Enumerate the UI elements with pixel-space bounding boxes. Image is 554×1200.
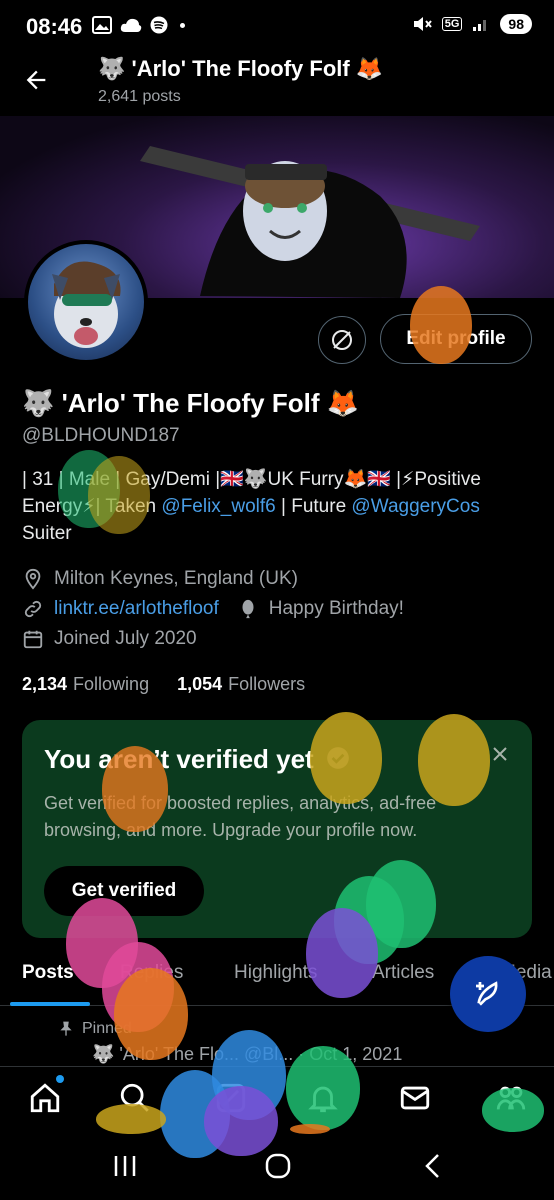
pinned-post-peek[interactable]: 🐺 'Arlo' The Flo... @Bl... · Oct 1, 2021 xyxy=(22,1044,554,1068)
status-time: 08:46 xyxy=(26,14,83,39)
verification-title: You aren’t verified yet xyxy=(44,744,351,775)
joined-text: Joined July 2020 xyxy=(54,628,197,649)
spotify-icon xyxy=(150,16,168,34)
home-notification-dot xyxy=(56,1075,64,1083)
display-name: 🐺 'Arlo' The Floofy Folf 🦊 xyxy=(22,388,360,418)
tab-articles[interactable]: Articles xyxy=(372,962,434,984)
avatar-artwork xyxy=(52,261,121,348)
username: @BLDHOUND187 xyxy=(22,425,180,446)
website-link[interactable]: linktr.ee/arlothefloof xyxy=(54,598,219,620)
cloud-icon xyxy=(120,18,142,32)
location-pin-icon xyxy=(25,568,41,590)
balloon-orange xyxy=(290,1124,330,1134)
verification-title-text: You aren’t verified yet xyxy=(44,744,314,774)
bio-text: Suiter xyxy=(22,523,72,544)
network-indicator: 5G xyxy=(441,17,463,31)
tab-highlights[interactable]: Highlights xyxy=(234,962,317,984)
balloon-icon xyxy=(242,599,254,619)
balloon-green xyxy=(366,860,436,948)
tab-posts[interactable]: Posts xyxy=(22,962,74,984)
birthday-text: Happy Birthday! xyxy=(268,598,404,619)
balloon-purple xyxy=(306,908,378,998)
location-text: Milton Keynes, England (UK) xyxy=(54,568,298,589)
bio-mention-waggerycos[interactable]: @WaggeryCos xyxy=(351,496,479,517)
active-tab-indicator xyxy=(10,1002,90,1006)
signal-icon xyxy=(473,20,487,31)
header-title: 🐺 'Arlo' The Floofy Folf 🦊 xyxy=(98,56,384,81)
gallery-icon xyxy=(92,16,112,34)
following-count: 2,134 xyxy=(22,674,68,694)
slash-circle-icon xyxy=(332,330,352,350)
balloon-orange xyxy=(410,286,472,364)
balloon-purple xyxy=(204,1086,278,1156)
avatar[interactable] xyxy=(24,240,148,364)
translate-button[interactable] xyxy=(318,316,366,364)
followers-link[interactable]: 1,054 Followers xyxy=(177,674,305,695)
bio-mention-felix[interactable]: @Felix_wolf6 xyxy=(161,496,275,517)
notification-dot-icon xyxy=(180,22,185,28)
mute-icon xyxy=(413,17,432,31)
post-count: 2,641 posts xyxy=(98,88,181,105)
links-row: linktr.ee/arlothefloof Happy Birthday! xyxy=(22,598,404,620)
calendar-icon xyxy=(23,630,43,649)
balloon-yellow xyxy=(310,712,382,804)
followers-count: 1,054 xyxy=(177,674,223,694)
bio-text: | Future xyxy=(275,496,352,517)
link-icon xyxy=(24,600,42,618)
balloon-orange xyxy=(114,968,188,1060)
pin-icon xyxy=(60,1021,72,1036)
balloon-green xyxy=(482,1088,544,1132)
balloon-yellow xyxy=(96,1104,166,1134)
location-row: Milton Keynes, England (UK) xyxy=(22,568,298,590)
battery-level: 98 xyxy=(500,14,532,34)
balloon-yellow xyxy=(88,456,150,534)
back-arrow-icon[interactable] xyxy=(22,66,50,94)
balloon-yellow xyxy=(418,714,490,806)
following-label: Following xyxy=(73,674,150,694)
system-navigation-bar xyxy=(0,1130,554,1200)
follow-stats: 2,134 Following 1,054 Followers xyxy=(22,674,305,695)
home-icon[interactable] xyxy=(28,1081,62,1115)
joined-row: Joined July 2020 xyxy=(22,628,197,650)
recent-apps-icon[interactable] xyxy=(112,1154,138,1178)
back-button-icon[interactable] xyxy=(422,1152,444,1180)
balloon-orange xyxy=(102,746,168,832)
balloon-green xyxy=(286,1046,360,1130)
compose-icon xyxy=(476,981,498,1006)
following-link[interactable]: 2,134 Following xyxy=(22,674,149,695)
close-icon[interactable] xyxy=(488,742,512,766)
followers-label: Followers xyxy=(228,674,306,694)
home-button-icon[interactable] xyxy=(264,1152,292,1180)
compose-button[interactable] xyxy=(450,956,526,1032)
profile-header: 🐺 'Arlo' The Floofy Folf 🦊 2,641 posts xyxy=(0,44,554,116)
messages-icon[interactable] xyxy=(398,1081,432,1115)
